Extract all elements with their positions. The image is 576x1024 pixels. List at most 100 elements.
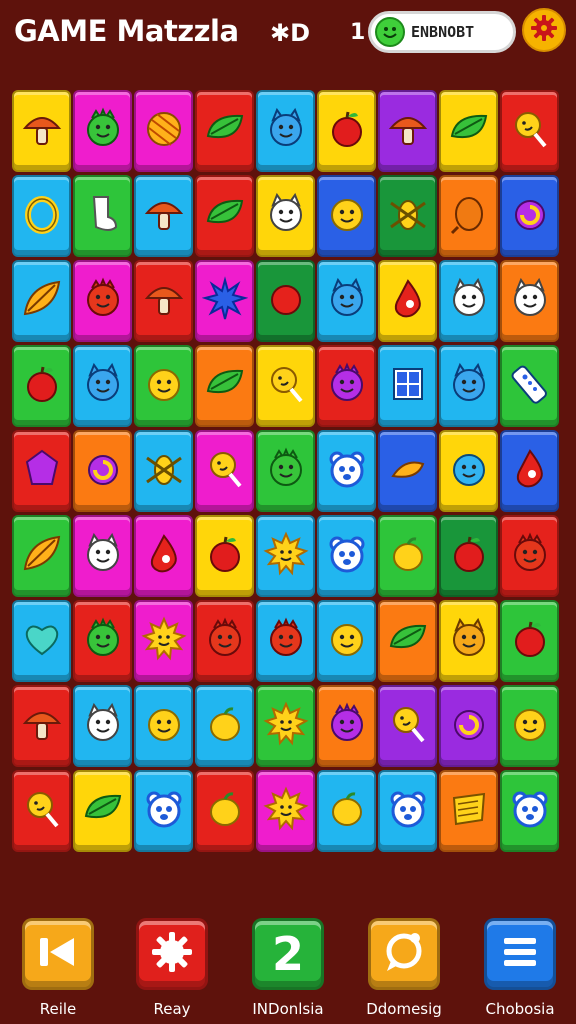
tile-r9-c9[interactable] — [500, 770, 559, 852]
tile-r6-c2[interactable] — [73, 515, 132, 597]
tile-r2-c9[interactable] — [500, 175, 559, 257]
tile-r8-c2[interactable] — [73, 685, 132, 767]
tile-r3-c9[interactable] — [500, 260, 559, 342]
tile-r2-c3[interactable] — [134, 175, 193, 257]
tile-r8-c7[interactable] — [378, 685, 437, 767]
tile-r2-c4[interactable] — [195, 175, 254, 257]
tile-r7-c8[interactable] — [439, 600, 498, 682]
tile-r3-c6[interactable] — [317, 260, 376, 342]
tile-r5-c4[interactable] — [195, 430, 254, 512]
rewind-button[interactable] — [22, 918, 94, 990]
tile-r5-c6[interactable] — [317, 430, 376, 512]
tile-r2-c2[interactable] — [73, 175, 132, 257]
nav-item-ddomesig[interactable]: Ddomesig — [356, 918, 452, 1018]
tile-r2-c1[interactable] — [12, 175, 71, 257]
tile-r3-c8[interactable] — [439, 260, 498, 342]
currency-pill[interactable]: ENBNOBT — [368, 11, 516, 53]
tile-r3-c3[interactable] — [134, 260, 193, 342]
tile-r9-c1[interactable] — [12, 770, 71, 852]
tile-r3-c5[interactable] — [256, 260, 315, 342]
tile-r4-c3[interactable] — [134, 345, 193, 427]
tile-r9-c2[interactable] — [73, 770, 132, 852]
tile-r7-c5[interactable] — [256, 600, 315, 682]
tile-r5-c3[interactable] — [134, 430, 193, 512]
tile-r2-c7[interactable] — [378, 175, 437, 257]
tile-r8-c6[interactable] — [317, 685, 376, 767]
tile-r6-c3[interactable] — [134, 515, 193, 597]
tile-r7-c1[interactable] — [12, 600, 71, 682]
settings-nav-button[interactable] — [136, 918, 208, 990]
tile-r3-c1[interactable] — [12, 260, 71, 342]
tile-r1-c1[interactable] — [12, 90, 71, 172]
tile-r6-c9[interactable] — [500, 515, 559, 597]
tile-r8-c5[interactable] — [256, 685, 315, 767]
tile-r4-c2[interactable] — [73, 345, 132, 427]
tile-r1-c4[interactable] — [195, 90, 254, 172]
tile-r6-c6[interactable] — [317, 515, 376, 597]
tile-r6-c8[interactable] — [439, 515, 498, 597]
tile-r9-c4[interactable] — [195, 770, 254, 852]
tile-r7-c7[interactable] — [378, 600, 437, 682]
tile-r3-c4[interactable] — [195, 260, 254, 342]
tile-r1-c5[interactable] — [256, 90, 315, 172]
tile-r5-c7[interactable] — [378, 430, 437, 512]
nav-item-reile[interactable]: Reile — [10, 918, 106, 1018]
tile-r6-c7[interactable] — [378, 515, 437, 597]
tile-r8-c9[interactable] — [500, 685, 559, 767]
white-cat-icon — [263, 191, 309, 241]
settings-button[interactable] — [522, 8, 566, 52]
tile-r7-c2[interactable] — [73, 600, 132, 682]
tile-r6-c1[interactable] — [12, 515, 71, 597]
tile-r9-c3[interactable] — [134, 770, 193, 852]
tile-r9-c7[interactable] — [378, 770, 437, 852]
tile-r7-c6[interactable] — [317, 600, 376, 682]
tile-r4-c4[interactable] — [195, 345, 254, 427]
tile-r4-c1[interactable] — [12, 345, 71, 427]
tile-r5-c2[interactable] — [73, 430, 132, 512]
tile-r7-c4[interactable] — [195, 600, 254, 682]
tile-r5-c5[interactable] — [256, 430, 315, 512]
nav-item-indonlsia[interactable]: 2 INDonlsia — [240, 918, 336, 1018]
mushroom-icon — [385, 106, 431, 156]
tile-r1-c9[interactable] — [500, 90, 559, 172]
tile-r3-c7[interactable] — [378, 260, 437, 342]
tile-r5-c9[interactable] — [500, 430, 559, 512]
tile-r1-c3[interactable] — [134, 90, 193, 172]
purple-ring-icon — [80, 446, 126, 496]
tile-r1-c8[interactable] — [439, 90, 498, 172]
tile-r8-c8[interactable] — [439, 685, 498, 767]
tile-r8-c1[interactable] — [12, 685, 71, 767]
tile-r2-c6[interactable] — [317, 175, 376, 257]
menu-button[interactable] — [484, 918, 556, 990]
tile-r7-c3[interactable] — [134, 600, 193, 682]
tile-r5-c1[interactable] — [12, 430, 71, 512]
tile-r3-c2[interactable] — [73, 260, 132, 342]
tile-r4-c6[interactable] — [317, 345, 376, 427]
tile-r9-c5[interactable] — [256, 770, 315, 852]
nav-item-chobosia[interactable]: Chobosia — [472, 918, 568, 1018]
tile-r1-c6[interactable] — [317, 90, 376, 172]
nav-item-reay[interactable]: Reay — [124, 918, 220, 1018]
tile-r4-c9[interactable] — [500, 345, 559, 427]
tile-r5-c8[interactable] — [439, 430, 498, 512]
tile-r4-c5[interactable] — [256, 345, 315, 427]
blue-spiky-icon — [200, 276, 249, 326]
purple-ring-icon — [507, 191, 553, 241]
tile-r1-c2[interactable] — [73, 90, 132, 172]
tile-r9-c6[interactable] — [317, 770, 376, 852]
tile-r9-c8[interactable] — [439, 770, 498, 852]
chat-button[interactable] — [368, 918, 440, 990]
tile-r2-c8[interactable] — [439, 175, 498, 257]
sun-icon — [262, 701, 309, 751]
tile-r6-c4[interactable] — [195, 515, 254, 597]
tile-r6-c5[interactable] — [256, 515, 315, 597]
tile-r4-c7[interactable] — [378, 345, 437, 427]
tile-r2-c5[interactable] — [256, 175, 315, 257]
tile-r1-c7[interactable] — [378, 90, 437, 172]
menu-icon — [498, 930, 542, 978]
tile-r7-c9[interactable] — [500, 600, 559, 682]
tile-r8-c3[interactable] — [134, 685, 193, 767]
tile-r4-c8[interactable] — [439, 345, 498, 427]
tile-r8-c4[interactable] — [195, 685, 254, 767]
level-button[interactable]: 2 — [252, 918, 324, 990]
